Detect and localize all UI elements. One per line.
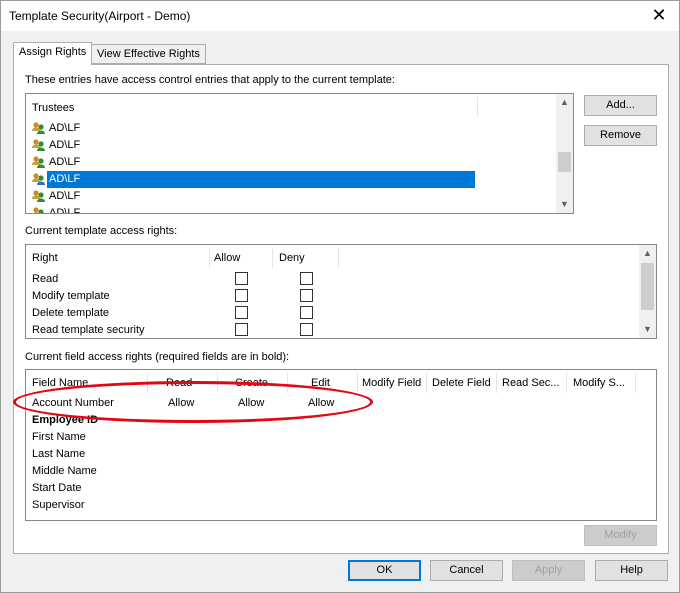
column-divider [338,248,339,268]
trustee-row[interactable]: AD\LF [27,205,477,214]
tab-view-effective-rights[interactable]: View Effective Rights [91,44,206,64]
column-divider [357,373,358,393]
trustee-name: AD\LF [49,139,81,151]
trustee-row[interactable]: AD\LF [27,154,477,171]
template-rights-caption: Current template access rights: [25,225,178,237]
deny-checkbox[interactable] [300,289,313,302]
deny-checkbox[interactable] [300,306,313,319]
column-divider [426,373,427,393]
field-name: Supervisor [32,499,85,511]
title-bar: Template Security(Airport - Demo) ✕ [1,1,679,31]
scroll-up-icon[interactable]: ▲ [639,245,656,262]
trustees-column-header[interactable]: Trustees [32,102,74,114]
column-divider [566,373,567,393]
selection-highlight [47,171,475,188]
group-user-icon [31,138,46,153]
trustee-row[interactable]: AD\LF [27,137,477,154]
template-right-name: Delete template [32,307,110,319]
group-user-icon [31,121,46,136]
scroll-down-icon[interactable]: ▼ [639,321,656,338]
add-trustee-button[interactable]: Add... [584,95,657,116]
close-icon[interactable]: ✕ [647,4,671,28]
trustee-name: AD\LF [49,190,81,202]
scroll-down-icon[interactable]: ▼ [556,196,573,213]
allow-checkbox[interactable] [235,306,248,319]
annotation-ellipse [13,381,373,423]
field-name: Middle Name [32,465,97,477]
apply-button[interactable]: Apply [512,560,585,581]
allow-checkbox[interactable] [235,323,248,336]
template-right-name: Read template security [32,324,145,336]
modify-button[interactable]: Modify [584,525,657,546]
allow-checkbox[interactable] [235,272,248,285]
column-divider [477,97,478,117]
group-user-icon [31,189,46,204]
allow-checkbox[interactable] [235,289,248,302]
dialog-window: Template Security(Airport - Demo) ✕ Assi… [0,0,680,593]
cancel-button[interactable]: Cancel [430,560,503,581]
modify-security-column-header[interactable]: Modify S... [573,377,625,389]
group-user-icon [31,155,46,170]
trustee-name: AD\LF [49,207,81,214]
column-divider [496,373,497,393]
trustees-list[interactable]: Trustees AD\LF AD\LF AD\LF AD\LF AD\LF AD\LF … [25,93,574,214]
remove-trustee-button[interactable]: Remove [584,125,657,146]
group-user-icon [31,172,46,187]
scroll-thumb[interactable] [558,152,571,172]
ok-button[interactable]: OK [348,560,421,581]
template-rights-scrollbar[interactable]: ▲ ▼ [639,245,656,338]
trustees-scrollbar[interactable]: ▲ ▼ [556,94,573,213]
column-divider [635,373,636,393]
field-rights-caption: Current field access rights (required fi… [25,351,290,363]
field-name: Start Date [32,482,82,494]
right-column-header[interactable]: Right [32,252,58,264]
template-rights-list[interactable]: Right Allow Deny Read Modify template Dele… [25,244,657,339]
template-right-name: Modify template [32,290,110,302]
trustee-name: AD\LF [49,122,81,134]
field-name: Last Name [32,448,86,460]
group-user-icon [31,206,46,213]
field-name: First Name [32,431,86,443]
trustee-row[interactable]: AD\LF [27,171,477,188]
modify-field-column-header[interactable]: Modify Field [362,377,421,389]
trustee-name: AD\LF [49,173,81,185]
trustee-name: AD\LF [49,156,81,168]
deny-checkbox[interactable] [300,323,313,336]
deny-checkbox[interactable] [300,272,313,285]
delete-field-column-header[interactable]: Delete Field [432,377,491,389]
scroll-up-icon[interactable]: ▲ [556,94,573,111]
deny-column-header[interactable]: Deny [279,252,305,264]
read-security-column-header[interactable]: Read Sec... [502,377,559,389]
scroll-thumb[interactable] [641,263,654,310]
allow-column-header[interactable]: Allow [214,252,240,264]
column-divider [272,248,273,268]
column-divider [209,248,210,268]
help-button[interactable]: Help [595,560,668,581]
tab-assign-rights[interactable]: Assign Rights [13,42,93,65]
template-right-name: Read [32,273,59,285]
window-title: Template Security(Airport - Demo) [9,9,191,23]
trustee-row[interactable]: AD\LF [27,120,477,137]
trustee-row[interactable]: AD\LF [27,188,477,205]
trustees-caption: These entries have access control entrie… [25,74,395,86]
